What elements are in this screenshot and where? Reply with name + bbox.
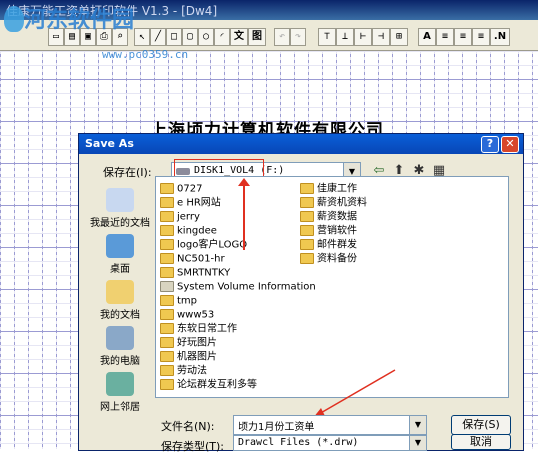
filetype-value: Drawcl Files (*.drw) bbox=[238, 437, 359, 448]
align-right-icon[interactable]: ⊣ bbox=[372, 28, 390, 46]
place-network[interactable]: 网上邻居 bbox=[87, 372, 153, 413]
list-item[interactable]: 好玩图片 bbox=[160, 337, 217, 349]
folder-icon bbox=[160, 323, 174, 334]
place-label: 我的文档 bbox=[100, 310, 140, 321]
arc-icon[interactable]: ◜ bbox=[214, 28, 230, 46]
folder-icon bbox=[160, 309, 174, 320]
watermark-text: 河东软件园 bbox=[24, 8, 135, 33]
align-top-icon[interactable]: ⊤ bbox=[318, 28, 336, 46]
folder-icon bbox=[160, 295, 174, 306]
text-tool-button[interactable]: 文 bbox=[230, 28, 248, 46]
list-item[interactable]: NC501-hr bbox=[160, 253, 225, 265]
place-label: 我的电脑 bbox=[100, 356, 140, 367]
folder-icon bbox=[160, 225, 174, 236]
folder-icon bbox=[300, 225, 314, 236]
cancel-button[interactable]: 取消 bbox=[451, 434, 511, 450]
list-item[interactable]: tmp bbox=[160, 295, 197, 307]
chevron-down-icon[interactable]: ▼ bbox=[409, 416, 426, 434]
table-icon[interactable]: ⊞ bbox=[390, 28, 408, 46]
list-item[interactable]: 佳康工作 bbox=[300, 183, 357, 195]
place-label: 桌面 bbox=[110, 264, 130, 275]
folder-icon bbox=[160, 239, 174, 250]
list-item[interactable]: logo客户LOGO bbox=[160, 239, 247, 251]
undo-icon[interactable]: ↶ bbox=[274, 28, 290, 46]
list-item[interactable]: jerry bbox=[160, 211, 200, 223]
filetype-label: 保存类型(T): bbox=[161, 440, 225, 453]
filename-label: 文件名(N): bbox=[161, 420, 215, 433]
ellipse-icon[interactable]: ○ bbox=[198, 28, 214, 46]
place-label: 网上邻居 bbox=[100, 402, 140, 413]
list-item[interactable]: 劳动法 bbox=[160, 365, 207, 377]
watermark-logo-icon bbox=[4, 6, 24, 32]
list-item[interactable]: 邮件群发 bbox=[300, 239, 357, 251]
align-bottom-icon[interactable]: ⊥ bbox=[336, 28, 354, 46]
place-recent[interactable]: 我最近的文档 bbox=[87, 188, 153, 229]
number-format-button[interactable]: .N bbox=[490, 28, 510, 46]
folder-icon bbox=[160, 337, 174, 348]
list-item[interactable]: 营销软件 bbox=[300, 225, 357, 237]
network-places-icon bbox=[106, 372, 134, 396]
text-align-right-icon[interactable]: ≡ bbox=[472, 28, 490, 46]
folder-icon bbox=[160, 267, 174, 278]
folder-icon bbox=[300, 183, 314, 194]
save-as-dialog: Save As ? ✕ 保存在(I): DISK1_VOL4 (F:) ▼ ⇦ … bbox=[78, 133, 524, 453]
line-icon[interactable]: ╱ bbox=[150, 28, 166, 46]
list-item[interactable]: kingdee bbox=[160, 225, 217, 237]
dialog-titlebar: Save As ? ✕ bbox=[79, 134, 523, 154]
annotation-arrowhead-up bbox=[238, 178, 250, 186]
places-bar: 我最近的文档 桌面 我的文档 我的电脑 网上邻居 bbox=[87, 176, 153, 438]
recent-docs-icon bbox=[106, 188, 134, 212]
file-list[interactable]: 0727 e HR网站 jerry kingdee logo客户LOGO NC5… bbox=[155, 176, 509, 398]
folder-icon bbox=[300, 239, 314, 250]
list-item[interactable]: 薪资机资料 bbox=[300, 197, 367, 209]
align-left-icon[interactable]: ⊢ bbox=[354, 28, 372, 46]
list-item[interactable]: 机器图片 bbox=[160, 351, 217, 363]
folder-icon bbox=[160, 365, 174, 376]
chevron-down-icon[interactable]: ▼ bbox=[409, 436, 426, 450]
folder-icon bbox=[160, 379, 174, 390]
folder-icon bbox=[300, 253, 314, 264]
folder-icon bbox=[160, 197, 174, 208]
desktop-icon bbox=[106, 234, 134, 258]
rect-icon[interactable]: □ bbox=[166, 28, 182, 46]
list-item[interactable]: SMRTNTKY bbox=[160, 267, 230, 279]
list-item[interactable]: e HR网站 bbox=[160, 197, 221, 209]
close-button[interactable]: ✕ bbox=[501, 136, 519, 153]
roundrect-icon[interactable]: ▢ bbox=[182, 28, 198, 46]
font-button[interactable]: A bbox=[418, 28, 436, 46]
folder-icon bbox=[300, 197, 314, 208]
folder-icon bbox=[300, 211, 314, 222]
filename-value: 顷力1月份工资单 bbox=[238, 422, 315, 433]
list-item[interactable]: 资料备份 bbox=[300, 253, 357, 265]
place-my-computer[interactable]: 我的电脑 bbox=[87, 326, 153, 367]
folder-icon bbox=[160, 351, 174, 362]
annotation-arrow-up bbox=[243, 182, 245, 250]
text-align-center-icon[interactable]: ≡ bbox=[454, 28, 472, 46]
text-align-left-icon[interactable]: ≡ bbox=[436, 28, 454, 46]
annotation-arrow-diagonal bbox=[313, 369, 396, 418]
list-item[interactable]: www53 bbox=[160, 309, 214, 321]
place-label: 我最近的文档 bbox=[90, 218, 150, 229]
list-item[interactable]: 0727 bbox=[160, 183, 202, 195]
list-item[interactable]: 东软日常工作 bbox=[160, 323, 237, 335]
place-my-documents[interactable]: 我的文档 bbox=[87, 280, 153, 321]
list-item[interactable]: System Volume Information bbox=[160, 281, 316, 293]
place-desktop[interactable]: 桌面 bbox=[87, 234, 153, 275]
folder-icon bbox=[160, 183, 174, 194]
my-documents-icon bbox=[106, 280, 134, 304]
folder-icon bbox=[160, 211, 174, 222]
list-item[interactable]: 薪资数据 bbox=[300, 211, 357, 223]
folder-icon bbox=[160, 253, 174, 264]
my-computer-icon bbox=[106, 326, 134, 350]
redo-icon[interactable]: ↷ bbox=[290, 28, 306, 46]
pointer-icon[interactable]: ↖ bbox=[134, 28, 150, 46]
save-button[interactable]: 保存(S) bbox=[451, 415, 511, 435]
filename-input[interactable]: 顷力1月份工资单 ▼ bbox=[233, 415, 427, 435]
help-button[interactable]: ? bbox=[481, 136, 499, 153]
list-item[interactable]: 论坛群发互利多等 bbox=[160, 379, 257, 391]
system-folder-icon bbox=[160, 281, 174, 292]
image-tool-button[interactable]: 图 bbox=[248, 28, 266, 46]
dialog-title: Save As bbox=[85, 137, 134, 150]
watermark-url: www.pc0359.cn bbox=[102, 48, 189, 61]
